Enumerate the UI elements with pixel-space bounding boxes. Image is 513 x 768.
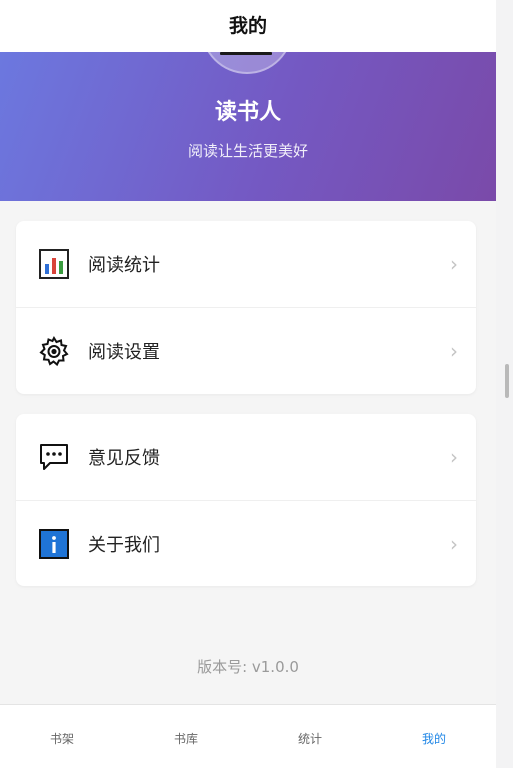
menu-item-feedback[interactable]: 意见反馈 ›: [16, 414, 476, 500]
menu-item-reading-settings[interactable]: 阅读设置 ›: [16, 307, 476, 393]
scrollbar-thumb[interactable]: [505, 364, 509, 398]
app-screen: 我的 读书人 阅读让生活更美好 阅读统计 › 阅读设置 › 意见反馈 › 关于我…: [0, 0, 496, 768]
menu-item-reading-stats[interactable]: 阅读统计 ›: [16, 221, 476, 307]
menu-card-about: 意见反馈 › 关于我们 ›: [16, 414, 476, 586]
bar-chart-icon: [38, 248, 70, 280]
menu-item-label: 阅读统计: [88, 255, 160, 276]
chevron-right-icon: ›: [450, 445, 458, 469]
page-title: 我的: [228, 14, 267, 37]
profile-tagline: 阅读让生活更美好: [187, 142, 308, 160]
chevron-right-icon: ›: [450, 338, 458, 363]
menu-item-about-us[interactable]: 关于我们 ›: [16, 500, 476, 586]
avatar-image: [220, 52, 272, 55]
tab-library[interactable]: 书库: [124, 705, 248, 768]
tab-bookshelf[interactable]: 书架: [0, 705, 124, 768]
menu-item-label: 阅读设置: [88, 341, 160, 363]
chevron-right-icon: ›: [450, 252, 458, 276]
gear-icon: [38, 335, 70, 367]
profile-name: 读书人: [214, 100, 281, 125]
speech-bubble-icon: [38, 441, 70, 473]
version-label: 版本号: v1.0.0: [197, 658, 299, 676]
menu-item-label: 关于我们: [88, 534, 160, 556]
top-navigation-bar: 我的: [0, 0, 496, 52]
menu-item-label: 意见反馈: [88, 448, 160, 469]
profile-header: 读书人 阅读让生活更美好: [0, 52, 496, 201]
tab-mine[interactable]: 我的: [372, 705, 496, 768]
info-icon: [38, 528, 70, 560]
menu-card-reading: 阅读统计 › 阅读设置 ›: [16, 221, 476, 394]
bottom-tab-bar: 书架 书库 统计 我的: [0, 704, 496, 768]
avatar[interactable]: [201, 52, 293, 74]
chevron-right-icon: ›: [450, 531, 458, 556]
tab-statistics[interactable]: 统计: [248, 705, 372, 768]
